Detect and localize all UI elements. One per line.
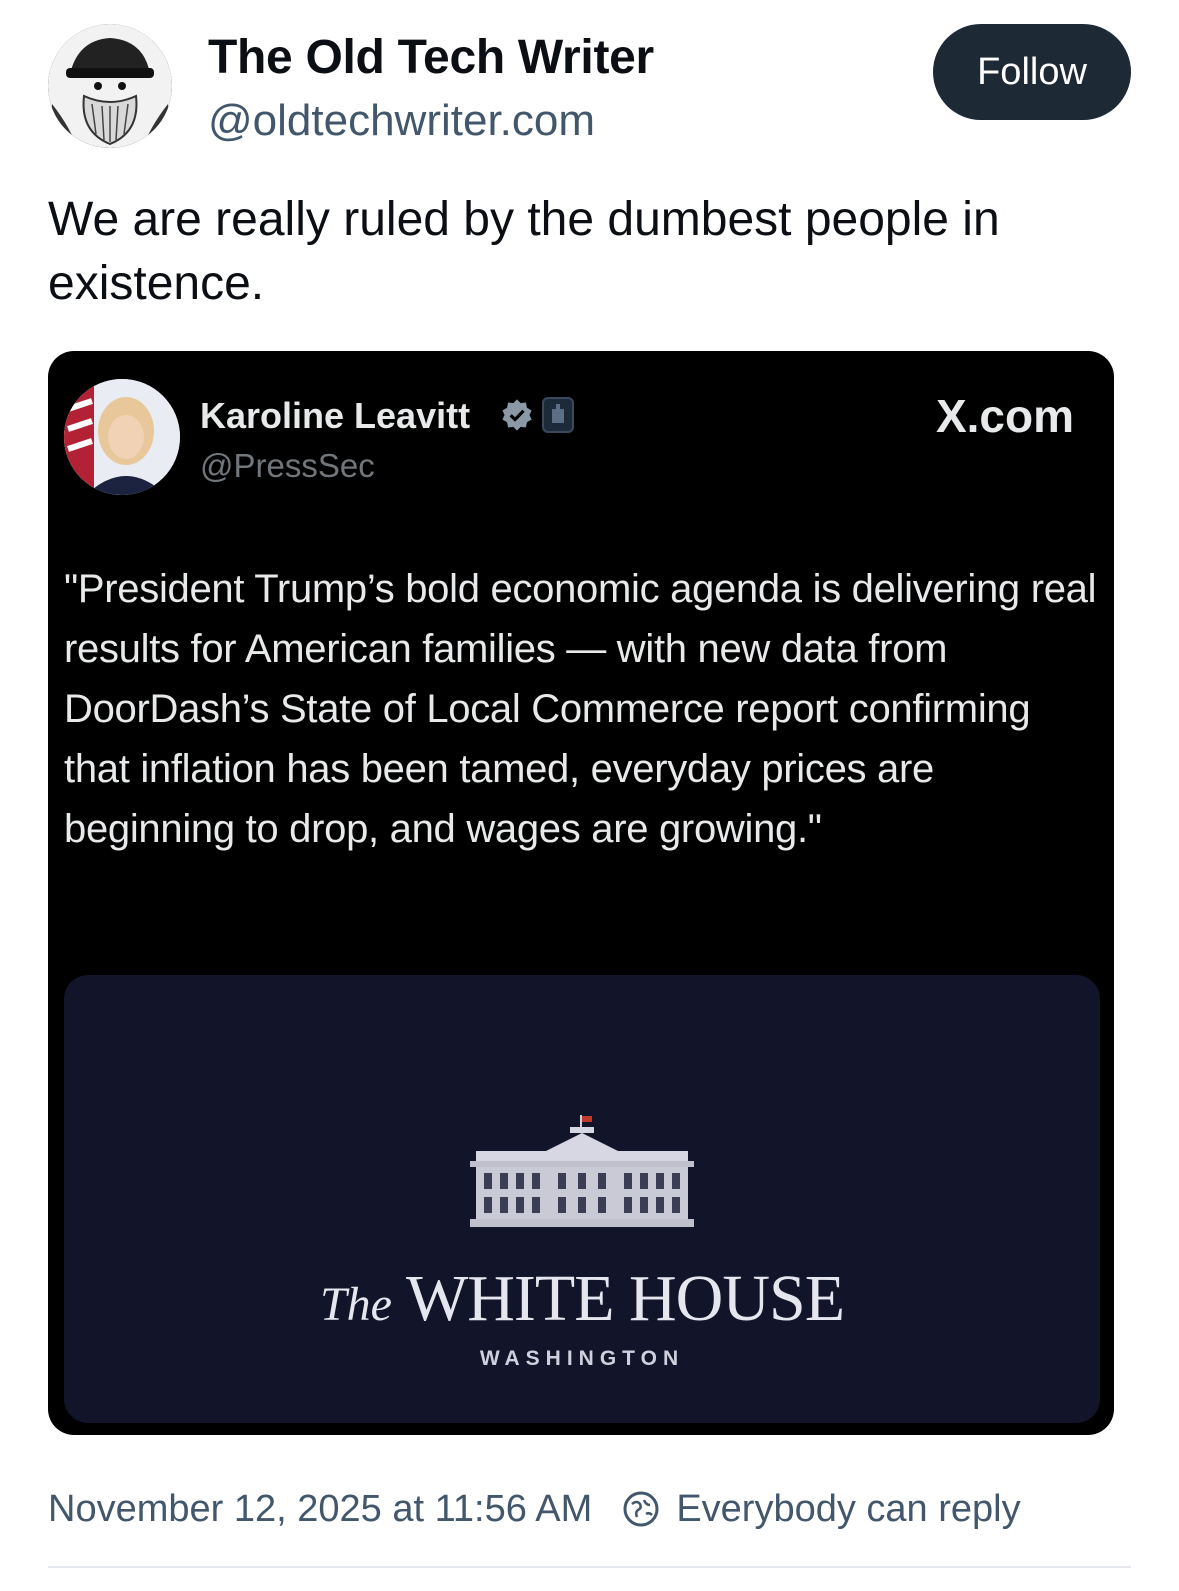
- embedded-image[interactable]: Karoline Leavitt @PressSec X.com "Presid…: [48, 351, 1114, 1435]
- white-house-title: The WHITE HOUSE: [64, 1261, 1100, 1337]
- embedded-site-label: X.com: [935, 390, 1074, 442]
- white-house-subtitle: WASHINGTON: [479, 1347, 685, 1370]
- white-house-the: The: [319, 1278, 392, 1331]
- follow-button[interactable]: Follow: [933, 24, 1131, 120]
- person-avatar-icon: [64, 379, 180, 495]
- post-text: We are really ruled by the dumbest peopl…: [48, 193, 1000, 310]
- bearded-man-avatar-icon: [48, 24, 172, 148]
- post-header: The Old Tech Writer @oldtechwriter.com F…: [48, 24, 1131, 148]
- author-name[interactable]: The Old Tech Writer: [208, 30, 654, 85]
- author-handle[interactable]: @oldtechwriter.com: [208, 96, 595, 146]
- white-house-main: WHITE HOUSE: [405, 1262, 845, 1335]
- embedded-author-name: Karoline Leavitt: [200, 395, 471, 436]
- government-badge-icon: [542, 397, 574, 433]
- white-house-card: The WHITE HOUSE WASHINGTON: [64, 975, 1100, 1423]
- white-house-building-icon: [470, 1115, 694, 1227]
- reply-setting[interactable]: Everybody can reply: [676, 1488, 1020, 1531]
- embedded-author-handle: @PressSec: [200, 447, 375, 484]
- post-timestamp[interactable]: November 12, 2025 at 11:56 AM: [48, 1488, 592, 1531]
- embedded-author-avatar: [64, 379, 180, 495]
- reply-setting-icon: [622, 1490, 660, 1528]
- verified-badge-icon: [502, 399, 532, 431]
- divider: [48, 1566, 1131, 1568]
- post-footer: November 12, 2025 at 11:56 AM Everybody …: [48, 1484, 1021, 1534]
- embedded-quote-text: "President Trump’s bold economic agenda …: [64, 567, 1097, 851]
- author-avatar[interactable]: [48, 24, 172, 148]
- embedded-badges: [500, 397, 574, 433]
